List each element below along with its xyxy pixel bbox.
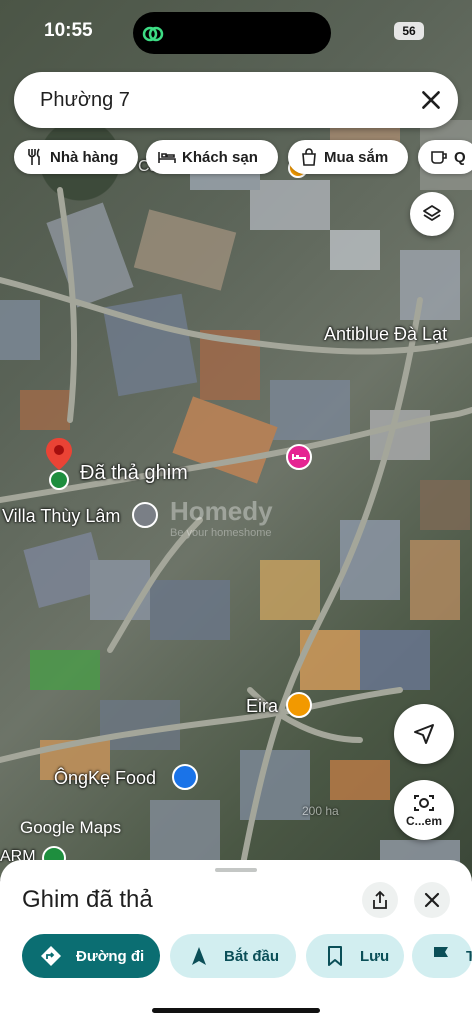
eira-cafe-icon[interactable] xyxy=(286,692,312,718)
chip-shopping[interactable]: Mua sắm xyxy=(288,140,408,174)
villa-poi-icon[interactable] xyxy=(132,502,158,528)
watermark-text: Homedy xyxy=(170,496,273,526)
flag-button[interactable]: T xyxy=(412,934,472,978)
share-button[interactable] xyxy=(362,882,398,918)
flag-label: T xyxy=(466,947,472,965)
shop-poi-icon[interactable] xyxy=(172,764,198,790)
map-label-villa[interactable]: Villa Thùy Lâm xyxy=(2,506,120,527)
my-location-button[interactable] xyxy=(394,704,454,764)
directions-label: Đường đi xyxy=(76,947,145,965)
battery-indicator: 56 xyxy=(394,22,424,40)
flag-icon xyxy=(434,947,448,966)
sheet-drag-handle[interactable] xyxy=(215,868,257,872)
navigation-icon xyxy=(414,724,434,744)
start-button[interactable]: Bắt đầu xyxy=(170,934,296,978)
chip-hotels[interactable]: Khách sạn xyxy=(146,140,278,174)
chip-label: Khách sạn xyxy=(182,148,258,166)
chip-restaurants[interactable]: Nhà hàng xyxy=(14,140,138,174)
close-icon xyxy=(424,892,440,908)
camera-search-icon xyxy=(414,795,434,811)
watermark-subtext: Be your homeshome xyxy=(170,527,272,539)
map-label-dropped-pin: Đã thả ghim xyxy=(80,462,188,484)
directions-button[interactable]: Đường đi xyxy=(22,934,160,978)
layers-button[interactable] xyxy=(410,192,454,236)
google-maps-logo: Google Maps xyxy=(20,818,122,837)
map-label-ongke[interactable]: ÔngKẹ Food xyxy=(54,768,156,789)
directions-icon xyxy=(41,946,61,966)
chip-label: Mua sắm xyxy=(324,148,389,166)
search-bar[interactable]: Phường 7 xyxy=(14,72,458,128)
shopping-bag-icon xyxy=(302,148,316,166)
search-query[interactable]: Phường 7 xyxy=(40,89,130,112)
home-indicator[interactable] xyxy=(152,1008,320,1013)
sheet-title: Ghim đã thả xyxy=(22,886,153,913)
bed-icon xyxy=(158,152,176,163)
camera-search-label: C...em xyxy=(405,814,442,828)
bookmark-icon xyxy=(328,946,342,966)
status-time: 10:55 xyxy=(44,20,93,41)
bed-poi-icon xyxy=(292,454,306,460)
start-label: Bắt đầu xyxy=(224,947,280,965)
link-icon xyxy=(142,26,164,42)
status-bar: 10:55 56 xyxy=(0,0,472,60)
save-button[interactable]: Lưu xyxy=(306,934,404,978)
camera-search-button[interactable]: C...em xyxy=(394,780,454,840)
map-label-eira[interactable]: Eira xyxy=(246,696,278,717)
layers-icon xyxy=(423,205,441,221)
start-arrow-icon xyxy=(192,947,206,965)
coffee-icon xyxy=(431,151,447,164)
save-label: Lưu xyxy=(360,947,390,965)
watermark: Homedy Be your homeshome xyxy=(170,496,273,539)
dropped-pin-icon[interactable] xyxy=(44,436,74,492)
utensils-icon xyxy=(28,148,40,165)
chip-cafes[interactable]: Q xyxy=(418,140,472,174)
chip-label: Q xyxy=(454,148,466,166)
share-icon xyxy=(373,890,387,909)
dynamic-island xyxy=(133,12,331,54)
map-label-antiblue[interactable]: Antiblue Đà Lạt xyxy=(324,324,447,345)
chip-label: Nhà hàng xyxy=(50,148,119,166)
search-close-icon[interactable] xyxy=(418,87,444,113)
hotel-poi-icon[interactable] xyxy=(286,444,312,470)
close-sheet-button[interactable] xyxy=(414,882,450,918)
map-faint-text: 200 ha xyxy=(302,804,339,818)
